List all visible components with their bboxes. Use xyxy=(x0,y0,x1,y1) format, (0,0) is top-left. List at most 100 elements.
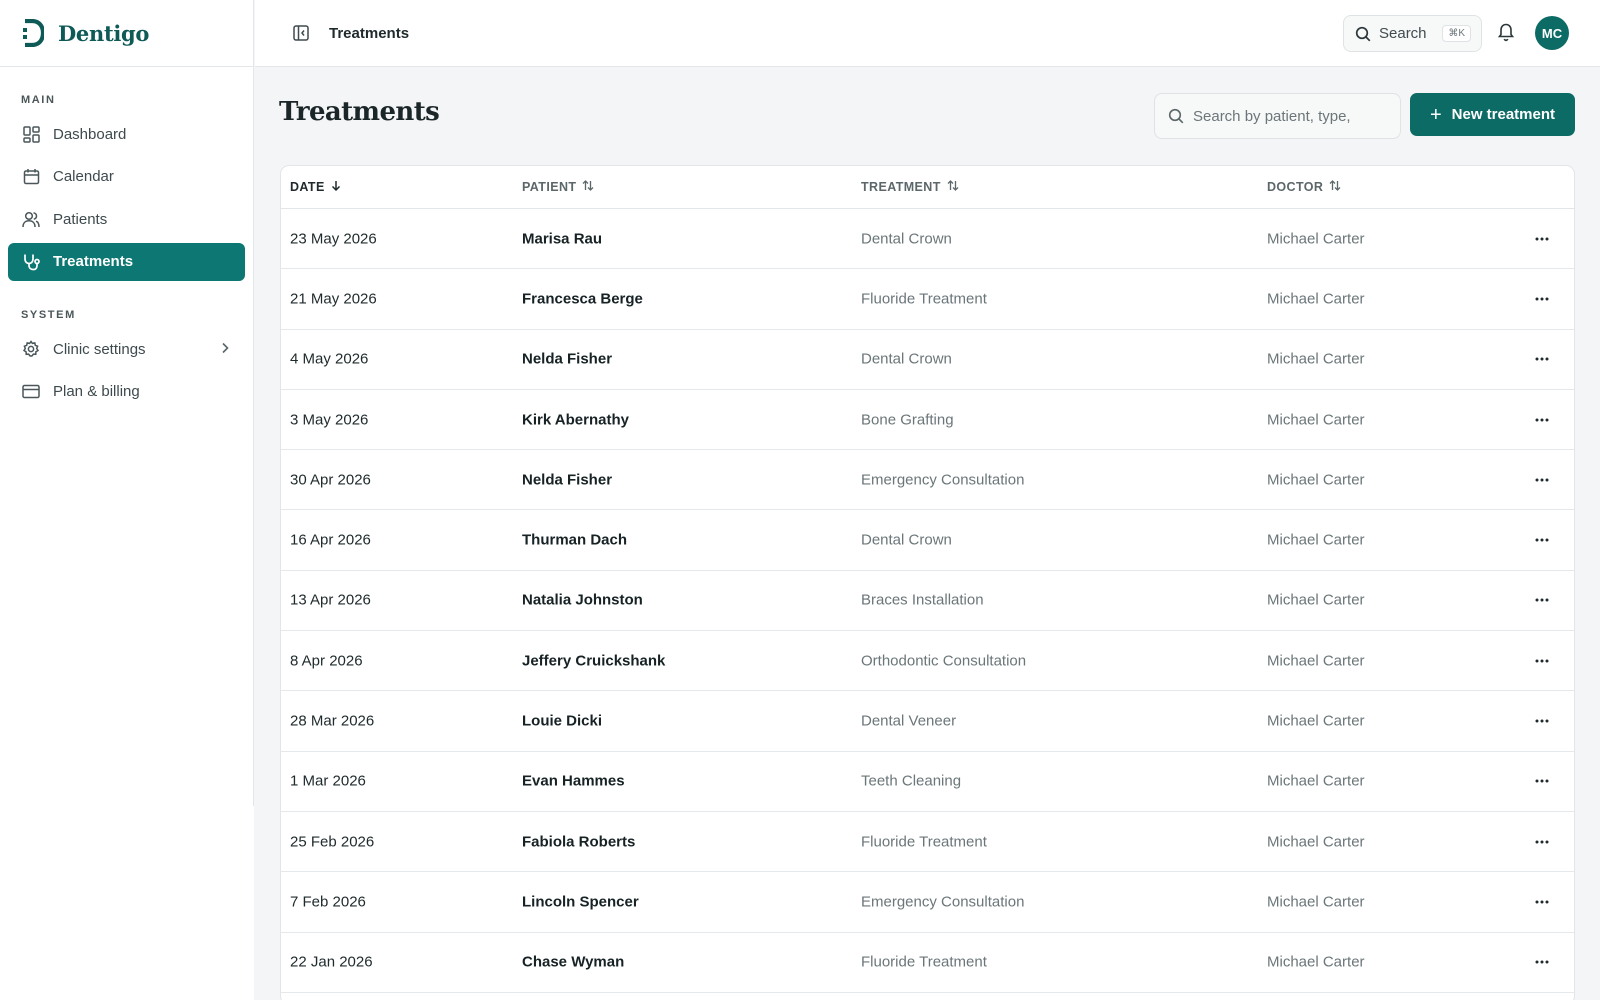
avatar[interactable]: MC xyxy=(1535,16,1569,50)
cell-doctor: Michael Carter xyxy=(1267,712,1365,730)
row-actions-button[interactable] xyxy=(1530,468,1554,492)
table-row[interactable]: 25 Feb 2026 Fabiola Roberts Fluoride Treat… xyxy=(281,812,1574,873)
app-name: Dentigo xyxy=(58,20,150,46)
search-icon xyxy=(1355,26,1371,41)
table-row[interactable]: 22 Jan 2026 Chase Wyman Fluoride Treatment… xyxy=(281,933,1574,993)
cell-patient: Lincoln Spencer xyxy=(522,893,639,911)
cell-treatment: Dental Crown xyxy=(861,531,952,549)
search-icon xyxy=(1168,108,1184,124)
cell-patient: Thurman Dach xyxy=(522,531,628,549)
cell-doctor: Michael Carter xyxy=(1267,893,1365,911)
more-horizontal-icon xyxy=(1535,418,1549,422)
row-actions-button[interactable] xyxy=(1530,709,1554,733)
bell-icon xyxy=(1497,23,1515,42)
table-body: 23 May 2026 Marisa Rau Dental Crown Michael… xyxy=(281,209,1574,993)
column-header-patient[interactable]: PATIENT xyxy=(522,180,594,194)
more-horizontal-icon xyxy=(1535,779,1549,783)
table-header: DATE PATIENT TREATMENT DOCTOR xyxy=(281,166,1574,209)
table-row[interactable]: 28 Mar 2026 Louie Dicki Dental Veneer Micha… xyxy=(281,691,1574,752)
cell-patient: Chase Wyman xyxy=(522,953,625,971)
cell-patient: Marisa Rau xyxy=(522,230,603,248)
sidebar-item-calendar[interactable]: Calendar xyxy=(8,158,245,196)
column-header-doctor[interactable]: DOCTOR xyxy=(1267,180,1341,194)
column-header-date[interactable]: DATE xyxy=(290,180,341,194)
dentigo-logo-icon xyxy=(23,19,44,47)
row-actions-button[interactable] xyxy=(1530,227,1554,251)
notifications-button[interactable] xyxy=(1497,22,1519,44)
cell-treatment: Orthodontic Consultation xyxy=(861,652,1027,670)
row-actions-button[interactable] xyxy=(1530,769,1554,793)
cell-date: 13 Apr 2026 xyxy=(290,591,371,609)
row-actions-button[interactable] xyxy=(1530,287,1554,311)
treatments-search-field xyxy=(1154,93,1401,139)
table-row[interactable]: 16 Apr 2026 Thurman Dach Dental Crown Micha… xyxy=(281,510,1574,571)
cell-treatment: Emergency Consultation xyxy=(861,893,1025,911)
cell-doctor: Michael Carter xyxy=(1267,953,1365,971)
table-row[interactable]: 23 May 2026 Marisa Rau Dental Crown Michael… xyxy=(281,209,1574,270)
column-label: PATIENT xyxy=(522,180,577,194)
table-row[interactable]: 4 May 2026 Nelda Fisher Dental Crown Michae… xyxy=(281,330,1574,390)
row-actions-button[interactable] xyxy=(1530,950,1554,974)
sidebar-item-label: Plan & billing xyxy=(53,383,140,400)
row-actions-button[interactable] xyxy=(1530,890,1554,914)
brand[interactable]: Dentigo xyxy=(0,0,253,67)
more-horizontal-icon xyxy=(1535,237,1549,241)
sidebar-item-patients[interactable]: Patients xyxy=(8,200,245,238)
cell-patient: Louie Dicki xyxy=(522,712,603,730)
new-treatment-label: New treatment xyxy=(1451,106,1556,123)
cell-date: 3 May 2026 xyxy=(290,411,369,429)
users-icon xyxy=(22,210,40,228)
cell-doctor: Michael Carter xyxy=(1267,591,1365,609)
row-actions-button[interactable] xyxy=(1530,588,1554,612)
table-row[interactable]: 21 May 2026 Francesca Berge Fluoride Treat… xyxy=(281,269,1574,330)
sidebar-item-label: Clinic settings xyxy=(53,340,146,358)
nav-heading-main: MAIN xyxy=(21,94,56,106)
table-row[interactable]: 3 May 2026 Kirk Abernathy Bone Grafting Mic… xyxy=(281,390,1574,451)
cell-treatment: Fluoride Treatment xyxy=(861,833,987,851)
table-row[interactable]: 7 Feb 2026 Lincoln Spencer Emergency Consu… xyxy=(281,872,1574,933)
more-horizontal-icon xyxy=(1535,960,1549,964)
cell-patient: Nelda Fisher xyxy=(522,471,613,489)
sidebar-toggle-icon xyxy=(293,25,309,41)
sidebar-item-treatments[interactable]: Treatments xyxy=(8,242,245,281)
sidebar-item-dashboard[interactable]: Dashboard xyxy=(8,115,245,153)
cell-date: 25 Feb 2026 xyxy=(290,833,375,851)
more-horizontal-icon xyxy=(1535,900,1549,904)
cell-date: 1 Mar 2026 xyxy=(290,772,366,790)
treatments-search-input[interactable] xyxy=(1193,107,1393,125)
cell-patient: Nelda Fisher xyxy=(522,350,613,368)
stethoscope-icon xyxy=(22,253,40,271)
row-actions-button[interactable] xyxy=(1530,408,1554,432)
new-treatment-button[interactable]: + New treatment xyxy=(1410,93,1575,136)
row-actions-button[interactable] xyxy=(1530,830,1554,854)
row-actions-button[interactable] xyxy=(1530,347,1554,371)
cell-doctor: Michael Carter xyxy=(1267,531,1365,549)
cell-doctor: Michael Carter xyxy=(1267,350,1365,368)
dashboard-icon xyxy=(22,125,40,143)
search-shortcut: ⌘K xyxy=(1442,25,1471,42)
sidebar: Dentigo MAIN Dashboard Calendar Patients xyxy=(0,0,254,806)
more-horizontal-icon xyxy=(1535,538,1549,542)
cell-patient: Kirk Abernathy xyxy=(522,411,629,429)
table-row[interactable]: 30 Apr 2026 Nelda Fisher Emergency Consult… xyxy=(281,450,1574,511)
sidebar-item-label: Patients xyxy=(53,210,108,228)
table-row[interactable]: 8 Apr 2026 Jeffery Cruickshank Orthodontic… xyxy=(281,631,1574,692)
collapse-sidebar-button[interactable] xyxy=(285,17,317,49)
table-row[interactable]: 13 Apr 2026 Natalia Johnston Braces Instal… xyxy=(281,571,1574,632)
table-row[interactable]: 1 Mar 2026 Evan Hammes Teeth Cleaning Micha… xyxy=(281,752,1574,812)
row-actions-button[interactable] xyxy=(1530,528,1554,552)
sidebar-item-clinic-settings[interactable]: Clinic settings xyxy=(8,330,245,368)
cell-treatment: Dental Crown xyxy=(861,350,952,368)
sort-desc-icon xyxy=(331,180,341,194)
sidebar-bottom-fill xyxy=(0,806,254,1000)
cell-doctor: Michael Carter xyxy=(1267,411,1365,429)
global-search-button[interactable]: Search ⌘K xyxy=(1343,15,1482,52)
cell-date: 8 Apr 2026 xyxy=(290,652,363,670)
column-header-treatment[interactable]: TREATMENT xyxy=(861,180,959,194)
cell-doctor: Michael Carter xyxy=(1267,290,1365,308)
sidebar-item-label: Treatments xyxy=(53,253,134,270)
more-horizontal-icon xyxy=(1535,840,1549,844)
cell-date: 30 Apr 2026 xyxy=(290,471,371,489)
row-actions-button[interactable] xyxy=(1530,649,1554,673)
sidebar-item-plan-billing[interactable]: Plan & billing xyxy=(8,373,245,411)
